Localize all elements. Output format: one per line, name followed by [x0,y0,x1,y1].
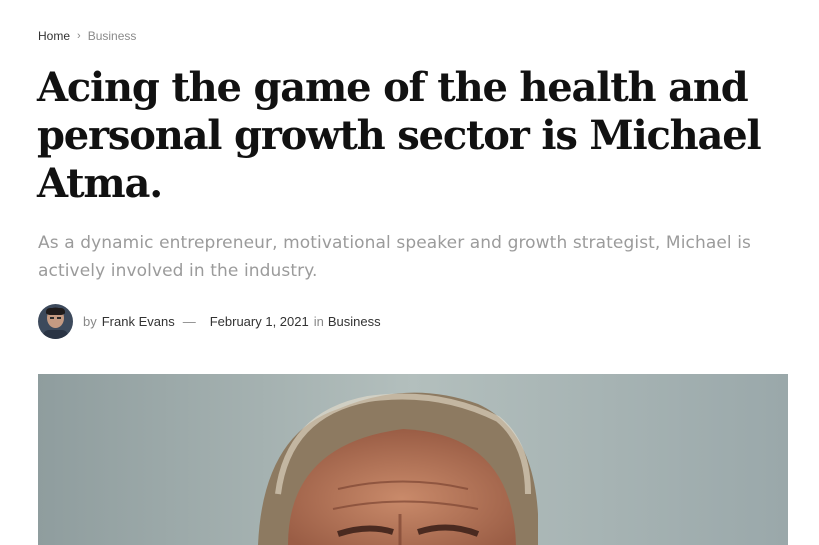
author-avatar[interactable] [38,303,73,339]
hero-image [38,374,788,545]
by-label: by [83,313,97,329]
article-title: Acing the game of the health and persona… [37,64,762,207]
breadcrumb: Home › Business [38,28,136,44]
chevron-right-icon: › [77,30,81,42]
category-link[interactable]: Business [328,314,381,329]
article-meta: by Frank Evans — February 1, 2021 in Bus… [38,303,381,339]
in-label: in [313,313,324,329]
breadcrumb-home-link[interactable]: Home [38,28,70,44]
author-link[interactable]: Frank Evans [102,314,175,329]
publish-date: February 1, 2021 [209,313,309,329]
breadcrumb-business-link[interactable]: Business [88,28,137,44]
meta-separator: — [182,313,196,329]
article-subtitle: As a dynamic entrepreneur, motivational … [38,233,752,281]
